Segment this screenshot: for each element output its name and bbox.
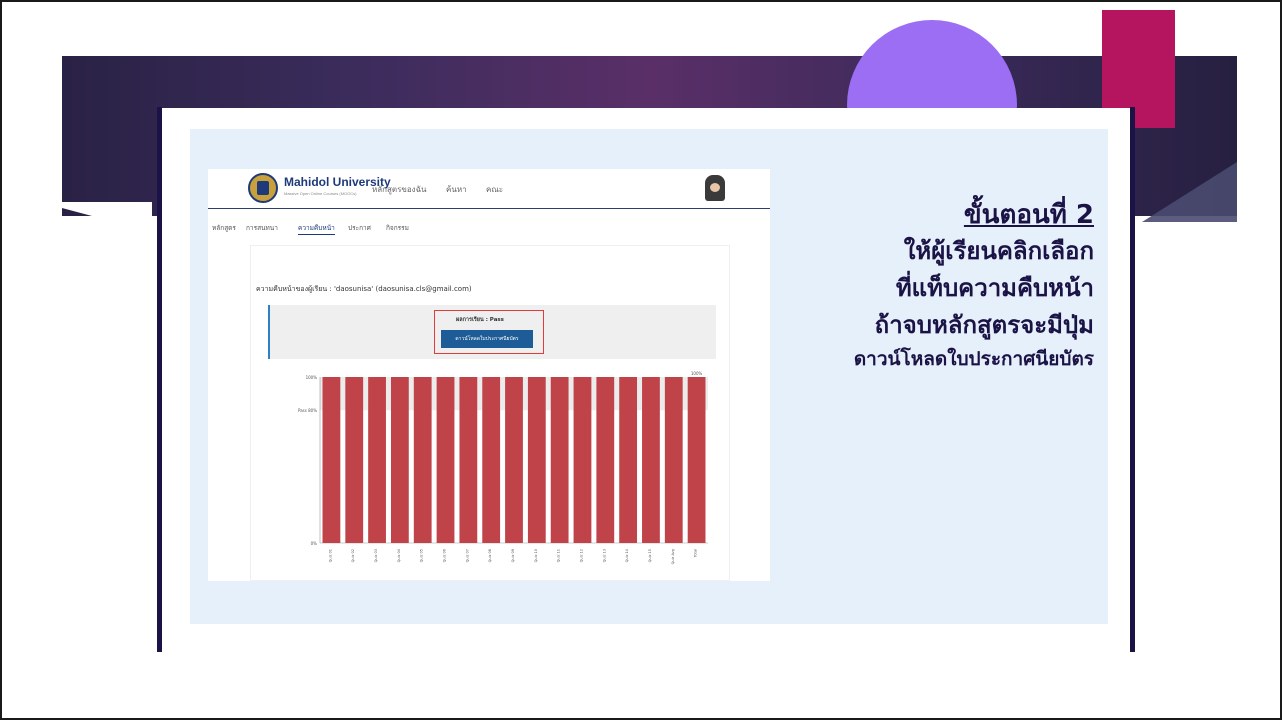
course-tabs: หลักสูตร การสนทนา ความคืบหน้า ประกาศ กิจ… (208, 217, 770, 239)
x-tick-label: Quiz 15 (648, 549, 652, 562)
download-certificate-button[interactable]: ดาวน์โหลดใบประกาศนียบัตร (441, 330, 533, 348)
bar-13 (596, 377, 615, 543)
nav-my-courses[interactable]: หลักสูตรของฉัน (372, 183, 427, 196)
progress-title: ความคืบหน้าของผู้เรียน : 'daosunisa' (da… (256, 285, 472, 293)
banner-cut-left (62, 202, 152, 232)
step-line-3: ถ้าจบหลักสูตรจะมีปุ่ม (874, 311, 1094, 339)
bar-8 (482, 377, 501, 543)
site-header: Mahidol University Massive Open Online C… (208, 169, 770, 209)
tab-progress[interactable]: ความคืบหน้า (298, 223, 335, 235)
x-tick-label: Quiz 01 (328, 549, 332, 562)
brand-subtitle: Massive Open Online Courses (MOOCs) (284, 191, 357, 196)
x-tick-label: Quiz 06 (443, 549, 447, 562)
nav-search[interactable]: ค้นหา (446, 183, 467, 196)
x-tick-label: Quiz 08 (488, 549, 492, 562)
bar-11 (550, 377, 569, 543)
x-tick-label: Total (694, 549, 698, 558)
y-tick-label: 100% (306, 375, 318, 380)
total-value-label: 100% (691, 371, 703, 376)
bar-3 (368, 377, 386, 543)
x-tick-label: Quiz 05 (420, 549, 424, 562)
bar-14 (619, 377, 638, 543)
bar-9 (505, 377, 523, 543)
step-line-2: ที่แท็บความคืบหน้า (895, 274, 1094, 302)
bar-4 (390, 377, 409, 543)
x-tick-label: Quiz 02 (351, 549, 355, 562)
x-tick-label: Quiz 07 (465, 549, 469, 562)
bar-10 (527, 377, 546, 543)
x-tick-label: Quiz 11 (557, 549, 561, 562)
bar-5 (413, 377, 432, 543)
x-tick-label: Quiz 03 (374, 549, 378, 562)
y-tick-label: Pass 80% (298, 408, 317, 413)
tab-discussion[interactable]: การสนทนา (246, 223, 278, 233)
embedded-screenshot: Mahidol University Massive Open Online C… (208, 169, 770, 581)
x-tick-label: Quiz 10 (534, 549, 538, 562)
tab-announcements[interactable]: ประกาศ (348, 223, 371, 233)
x-tick-label: Quiz Avg (671, 549, 675, 564)
bar-6 (436, 377, 455, 543)
tab-activities[interactable]: กิจกรรม (386, 223, 409, 233)
x-tick-label: Quiz 09 (511, 549, 515, 562)
bar-12 (573, 377, 592, 543)
bar-1 (322, 377, 341, 543)
y-tick-label: 0% (311, 541, 318, 546)
tab-course[interactable]: หลักสูตร (212, 223, 236, 233)
x-tick-label: Quiz 13 (602, 549, 606, 562)
left-accent-bar (157, 107, 162, 652)
bar-7 (459, 377, 478, 543)
bar-17 (687, 377, 706, 543)
result-status: ผลการเรียน : Pass (456, 317, 504, 323)
step-line-4: ดาวน์โหลดใบประกาศนียบัตร (853, 348, 1094, 370)
x-tick-label: Quiz 12 (579, 549, 583, 562)
right-accent-bar (1130, 107, 1135, 652)
x-tick-label: Quiz 14 (625, 548, 629, 562)
step-line-1: ให้ผู้เรียนคลิกเลือก (903, 237, 1094, 265)
bar-2 (345, 377, 364, 543)
instruction-text: ขั้นตอนที่ 2 ให้ผู้เรียนคลิกเลือก ที่แท็… (762, 197, 1094, 374)
progress-chart: 100% Pass 80% 0% Quiz 01 Quiz 02 Quiz 03 Quiz … (298, 371, 708, 564)
bar-16 (664, 377, 683, 543)
x-tick-label: Quiz 04 (397, 548, 401, 562)
university-logo-icon[interactable] (248, 173, 278, 203)
avatar[interactable] (705, 175, 725, 201)
step-title: ขั้นตอนที่ 2 (963, 200, 1094, 230)
nav-faculty[interactable]: คณะ (486, 183, 503, 196)
bar-15 (642, 377, 660, 543)
slide: Mahidol University Massive Open Online C… (0, 0, 1282, 720)
